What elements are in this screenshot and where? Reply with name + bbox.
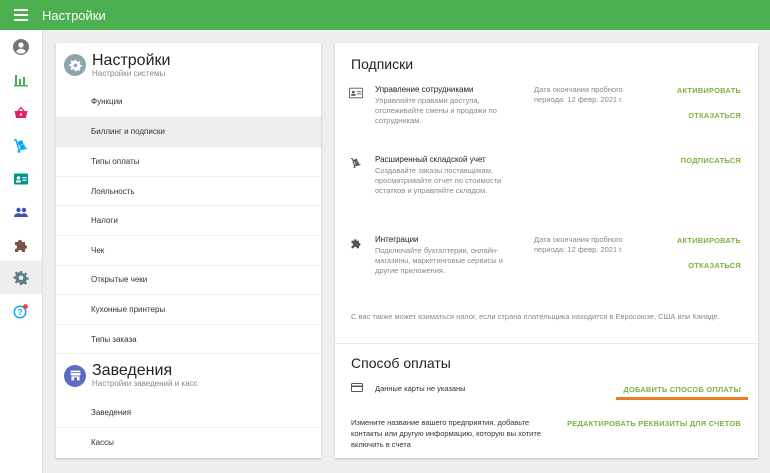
decline-button[interactable]: ОТКАЗАТЬСЯ bbox=[688, 111, 741, 120]
puzzle-icon bbox=[351, 239, 361, 249]
gear-icon bbox=[68, 59, 82, 71]
settings-nav-list: Функции Биллинг и подписки Типы оплаты Л… bbox=[56, 87, 321, 353]
rail-item-employees[interactable] bbox=[0, 162, 42, 195]
nav-item-receipt[interactable]: Чек bbox=[56, 234, 321, 265]
id-card-icon bbox=[14, 173, 28, 184]
bar-chart-icon bbox=[14, 74, 28, 86]
trolley-icon bbox=[14, 138, 28, 153]
nav-item-functions[interactable]: Функции bbox=[56, 87, 321, 117]
subscription-title: Расширенный складской учет bbox=[375, 155, 486, 164]
people-icon bbox=[14, 207, 28, 217]
nav-item-order-types[interactable]: Типы заказа bbox=[56, 323, 321, 354]
nav-item-billing[interactable]: Биллинг и подписки bbox=[56, 116, 321, 147]
edit-invoice-details-button[interactable]: РЕДАКТИРОВАТЬ РЕКВИЗИТЫ ДЛЯ СЧЕТОВ bbox=[567, 419, 741, 428]
venues-section-icon bbox=[64, 364, 86, 387]
trial-end-text: Дата окончания пробного периода: 12 февр… bbox=[534, 85, 624, 104]
menu-button[interactable] bbox=[0, 0, 42, 30]
settings-section-header: Настройки Настройки системы bbox=[56, 43, 321, 87]
rail-item-help[interactable]: ? bbox=[0, 294, 42, 327]
account-circle-icon bbox=[13, 38, 29, 55]
rail-item-customers[interactable] bbox=[0, 195, 42, 228]
subscription-desc: Управляйте правами доступа, отслеживайте… bbox=[375, 96, 497, 125]
hamburger-icon bbox=[14, 9, 28, 21]
add-payment-method-button[interactable]: ДОБАВИТЬ СПОСОБ ОПЛАТЫ bbox=[623, 385, 741, 394]
trolley-icon bbox=[350, 157, 361, 169]
subscription-integrations: Интеграции Подключайте бухгалтерии, онла… bbox=[335, 235, 758, 295]
nav-item-payment-types[interactable]: Типы оплаты bbox=[56, 146, 321, 176]
rail-item-account[interactable] bbox=[0, 30, 42, 63]
nav-item-venues[interactable]: Заведения bbox=[56, 397, 321, 427]
settings-nav-card: Настройки Настройки системы Функции Билл… bbox=[56, 43, 321, 458]
nav-item-registers[interactable]: Кассы bbox=[56, 426, 321, 457]
help-icon: ? bbox=[13, 303, 28, 319]
subscription-desc: Создавайте заказы поставщикам, просматри… bbox=[375, 166, 502, 195]
subscriptions-title: Подписки bbox=[351, 56, 414, 72]
gear-icon bbox=[13, 270, 29, 285]
section-divider bbox=[335, 343, 758, 344]
activate-button[interactable]: АКТИВИРОВАТЬ bbox=[677, 86, 741, 95]
subscribe-button[interactable]: ПОДПИСАТЬСЯ bbox=[681, 156, 741, 165]
settings-section-icon bbox=[64, 54, 86, 76]
subscription-desc: Подключайте бухгалтерии, онлайн-магазины… bbox=[375, 246, 503, 275]
subscription-title: Управление сотрудниками bbox=[375, 85, 474, 94]
app-title: Настройки bbox=[42, 7, 106, 23]
settings-section-subtitle: Настройки системы bbox=[92, 68, 166, 78]
venues-section-title: Заведения bbox=[92, 362, 173, 380]
rail-item-sales[interactable] bbox=[0, 96, 42, 129]
nav-item-kitchen-printers[interactable]: Кухонные принтеры bbox=[56, 294, 321, 324]
trial-end-text: Дата окончания пробного периода: 12 февр… bbox=[534, 235, 624, 254]
subscription-advanced-inventory: Расширенный складской учет Создавайте за… bbox=[335, 155, 758, 215]
payment-method-title: Способ оплаты bbox=[351, 355, 451, 371]
id-card-icon bbox=[349, 87, 363, 99]
basket-icon bbox=[14, 106, 28, 118]
nav-item-open-tickets[interactable]: Открытые чеки bbox=[56, 264, 321, 295]
nav-rail: ? bbox=[0, 30, 43, 473]
settings-section-title: Настройки bbox=[92, 51, 171, 69]
subscription-employee-management: Управление сотрудниками Управляйте права… bbox=[335, 85, 758, 145]
svg-text:?: ? bbox=[18, 308, 23, 317]
nav-item-taxes[interactable]: Налоги bbox=[56, 205, 321, 235]
top-app-bar: Настройки bbox=[0, 0, 770, 30]
venues-section-header: Заведения Настройки заведений и касс bbox=[56, 353, 321, 397]
subscription-title: Интеграции bbox=[375, 235, 419, 244]
puzzle-icon bbox=[15, 239, 27, 252]
rail-item-integrations[interactable] bbox=[0, 228, 42, 261]
nav-item-loyalty[interactable]: Лояльность bbox=[56, 175, 321, 206]
tax-note: С вас также может взиматься налог, если … bbox=[351, 312, 720, 321]
billing-card: Подписки Управление сотрудниками Управля… bbox=[335, 43, 758, 458]
rail-item-reports[interactable] bbox=[0, 63, 42, 96]
venues-section-subtitle: Настройки заведений и касс bbox=[92, 379, 198, 389]
decline-button[interactable]: ОТКАЗАТЬСЯ bbox=[688, 261, 741, 270]
rail-item-inventory[interactable] bbox=[0, 129, 42, 162]
store-icon bbox=[69, 370, 81, 381]
rail-item-settings[interactable] bbox=[0, 261, 42, 294]
venues-nav-list: Заведения Кассы bbox=[56, 397, 321, 456]
invoice-details-text: Измените название вашего предприятия, до… bbox=[351, 418, 541, 449]
highlight-underline bbox=[616, 397, 748, 400]
credit-card-icon bbox=[351, 383, 363, 392]
card-status: Данные карты не указаны bbox=[375, 384, 466, 393]
activate-button[interactable]: АКТИВИРОВАТЬ bbox=[677, 236, 741, 245]
